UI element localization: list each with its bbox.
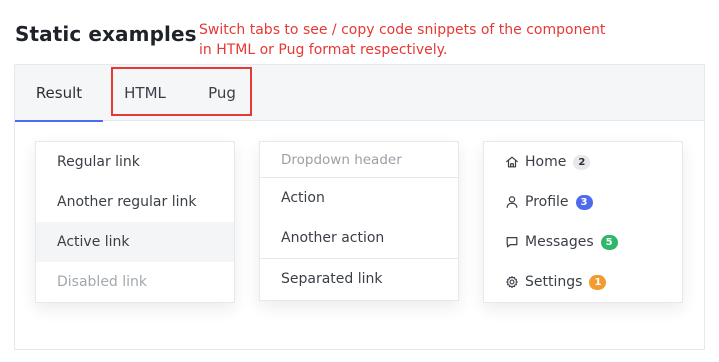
- menu-item-label: Settings: [525, 274, 583, 290]
- menu-item-home[interactable]: Home 2: [484, 142, 682, 182]
- menu-item-disabled-link: Disabled link: [57, 274, 148, 290]
- page: Static examples Switch tabs to see / cop…: [0, 0, 719, 362]
- tab-pug[interactable]: Pug: [198, 65, 246, 121]
- badge-profile: 3: [575, 194, 593, 210]
- home-icon: [505, 155, 519, 169]
- menu-item-label: Messages: [525, 234, 594, 250]
- user-icon: [505, 195, 519, 209]
- annotation-note: Switch tabs to see / copy code snippets …: [199, 22, 606, 58]
- dropdown-header: Dropdown header: [260, 142, 458, 178]
- menu-item-profile[interactable]: Profile 3: [484, 182, 682, 222]
- menu-item-another-action[interactable]: Another action: [260, 218, 458, 258]
- menu-item-settings[interactable]: Settings 1: [484, 262, 682, 302]
- header-menu: Dropdown header Action Another action Se…: [259, 141, 459, 301]
- message-icon: [505, 235, 519, 249]
- menu-item-label: Profile: [525, 194, 569, 210]
- tabs-bar: Result HTML Pug: [15, 65, 704, 122]
- badge-settings: 1: [589, 274, 607, 290]
- menu-item-messages[interactable]: Messages 5: [484, 222, 682, 262]
- menu-item-another-regular-link[interactable]: Another regular link: [36, 182, 234, 222]
- tab-result[interactable]: Result: [15, 65, 103, 122]
- menu-item-label: Home: [525, 154, 567, 170]
- gear-icon: [505, 275, 519, 289]
- menu-item-action[interactable]: Action: [260, 178, 458, 218]
- badge-messages: 5: [600, 234, 618, 250]
- menu-item-regular-link[interactable]: Regular link: [36, 142, 234, 182]
- tab-html[interactable]: HTML: [114, 65, 176, 121]
- badge-home: 2: [573, 154, 591, 170]
- menu-item-active-link[interactable]: Active link: [36, 222, 234, 262]
- menu-item-separated-link[interactable]: Separated link: [260, 259, 458, 299]
- links-menu: Regular link Another regular link Active…: [35, 141, 235, 303]
- example-card: Result HTML Pug Regular link Another reg…: [14, 64, 705, 350]
- page-title: Static examples: [15, 22, 197, 46]
- icons-menu: Home 2 Profile 3 Messages 5 Settings 1: [483, 141, 683, 303]
